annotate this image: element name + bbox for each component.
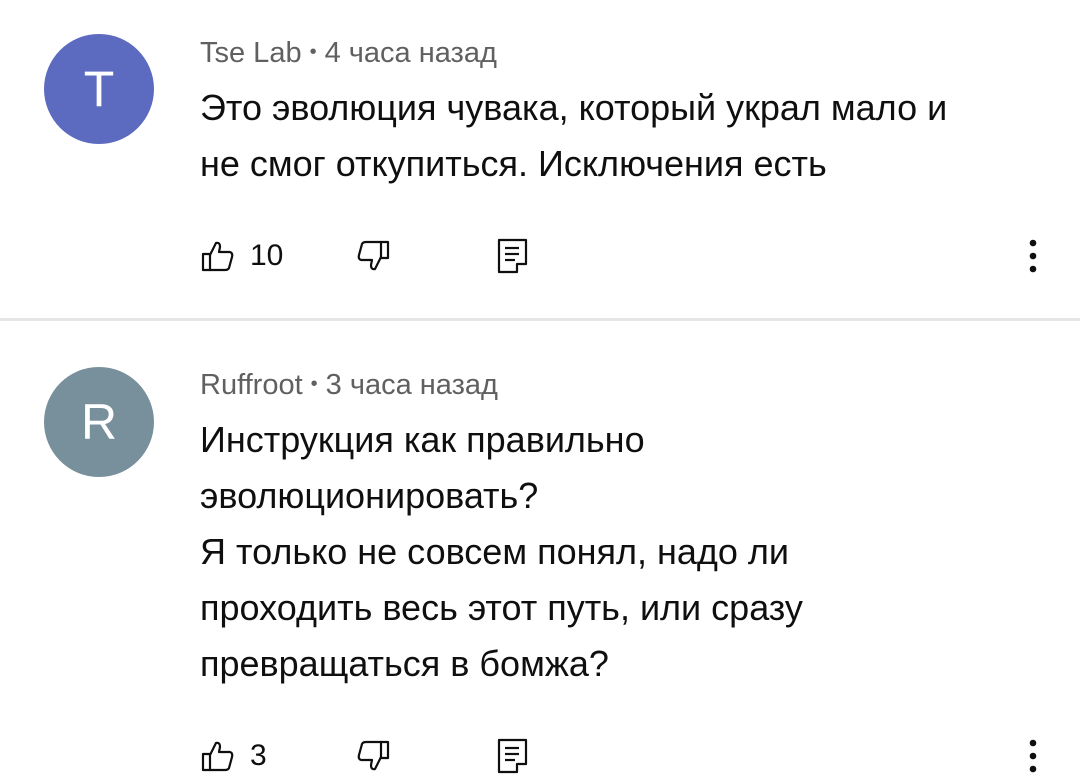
comment-meta: Tse Lab • 4 часа назад xyxy=(200,37,497,70)
author-name[interactable]: Tse Lab xyxy=(200,37,302,69)
thumb-up-icon xyxy=(200,238,236,274)
comment-text: Инструкция как правильно эволюционироват… xyxy=(200,412,1040,692)
thumb-down-icon xyxy=(355,238,391,274)
meta-separator: • xyxy=(310,373,318,395)
more-options-button[interactable] xyxy=(1018,234,1048,278)
comment: R Ruffroot • 3 часа назад Инструкция как п… xyxy=(0,321,1080,774)
author-name[interactable]: Ruffroot xyxy=(200,369,303,401)
comment-actions: 10 xyxy=(200,234,1060,278)
comment-text: Это эволюция чувака, который украл мало … xyxy=(200,80,1040,192)
comment-timestamp[interactable]: 3 часа назад xyxy=(326,369,498,401)
comment-meta: Ruffroot • 3 часа назад xyxy=(200,369,498,402)
like-count: 10 xyxy=(250,239,284,272)
comment-text-line: проходить весь этот путь, или сразу xyxy=(200,587,803,628)
comment: T Tse Lab • 4 часа назад Это эволюция чува… xyxy=(0,0,1080,318)
more-options-button[interactable] xyxy=(1018,734,1048,778)
dislike-button[interactable] xyxy=(355,734,391,778)
dislike-button[interactable] xyxy=(355,234,391,278)
comment-timestamp[interactable]: 4 часа назад xyxy=(325,37,497,69)
meta-separator: • xyxy=(309,41,317,63)
comment-text-line: превращаться в бомжа? xyxy=(200,643,609,684)
reply-icon xyxy=(495,737,531,775)
like-button[interactable]: 10 xyxy=(200,234,283,278)
thumb-up-icon xyxy=(200,738,236,774)
like-count: 3 xyxy=(250,739,267,772)
avatar[interactable]: R xyxy=(44,367,154,477)
comment-text-line: эволюционировать? xyxy=(200,475,539,516)
reply-icon xyxy=(495,237,531,275)
comment-text-line: Это эволюция чувака, который украл мало … xyxy=(200,87,948,128)
comment-actions: 3 xyxy=(200,734,1060,778)
reply-button[interactable] xyxy=(495,734,531,778)
comment-text-line: Инструкция как правильно xyxy=(200,419,645,460)
comment-text-line: Я только не совсем понял, надо ли xyxy=(200,531,790,572)
more-vert-icon xyxy=(1028,738,1038,774)
comment-text-line: не смог откупиться. Исключения есть xyxy=(200,143,827,184)
thumb-down-icon xyxy=(355,738,391,774)
reply-button[interactable] xyxy=(495,234,531,278)
avatar[interactable]: T xyxy=(44,34,154,144)
more-vert-icon xyxy=(1028,238,1038,274)
like-button[interactable]: 3 xyxy=(200,734,267,778)
